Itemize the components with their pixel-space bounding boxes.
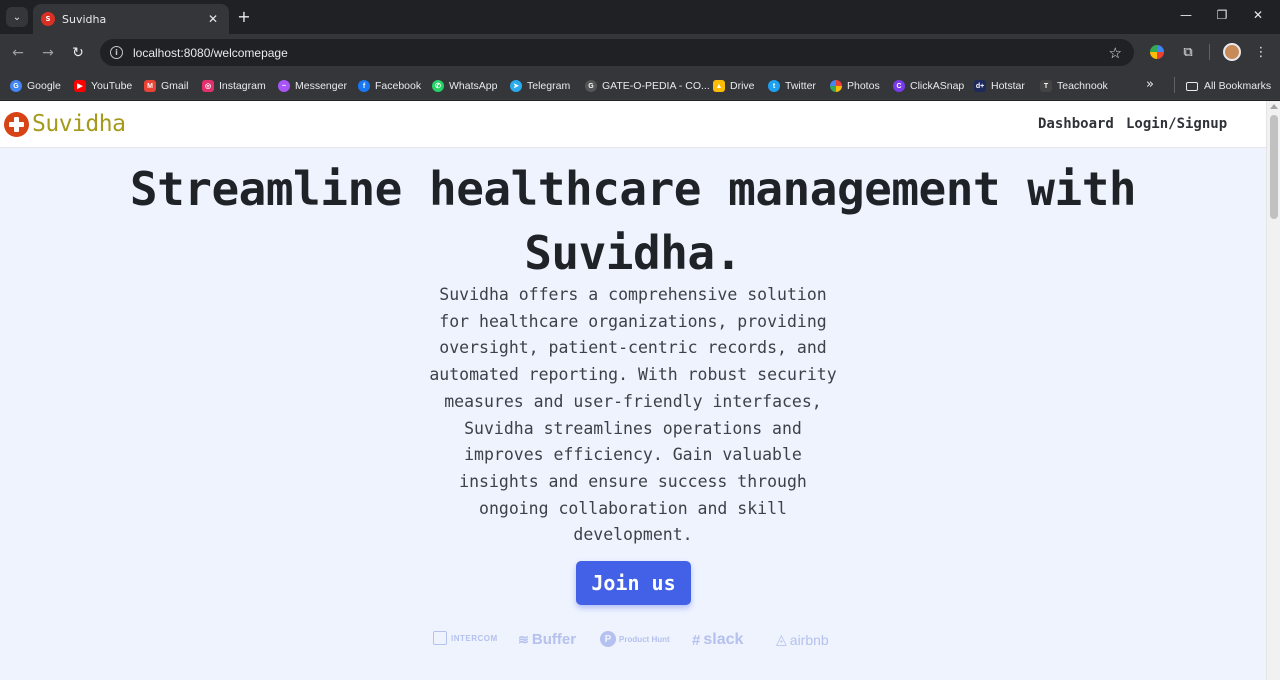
arrow-right-icon: →	[42, 45, 54, 61]
nav-login-signup-link[interactable]: Login/Signup	[1126, 116, 1227, 132]
scroll-up-arrow-icon[interactable]	[1270, 104, 1278, 109]
bookmark-facebook[interactable]: f Facebook	[358, 77, 421, 95]
google-icon: G	[10, 80, 22, 92]
teachnook-icon: T	[1040, 80, 1052, 92]
telegram-icon: ➤	[510, 80, 522, 92]
slack-logo: # slack	[692, 631, 744, 649]
browser-tab[interactable]: S Suvidha ✕	[33, 4, 229, 34]
gmail-icon: M	[144, 80, 156, 92]
medical-cross-icon	[4, 111, 29, 137]
intercom-logo: INTERCOM	[433, 631, 498, 645]
bookmark-instagram[interactable]: ◎ Instagram	[202, 77, 266, 95]
bookmark-messenger[interactable]: ~ Messenger	[278, 77, 347, 95]
close-window-button[interactable]: ✕	[1248, 8, 1268, 22]
tab-strip: ⌄ S Suvidha ✕ + — ❐ ✕	[0, 0, 1280, 34]
bookmarks-divider	[1174, 77, 1175, 93]
clickasnap-icon: C	[893, 80, 905, 92]
hero-description: Suvidha offers a comprehensive solution …	[429, 285, 837, 545]
page-viewport: Suvidha Dashboard Login/Signup Streamlin…	[0, 101, 1280, 680]
bookmark-gmail[interactable]: M Gmail	[144, 77, 188, 95]
new-tab-button[interactable]: +	[235, 8, 253, 26]
folder-icon	[1186, 81, 1198, 91]
site-info-icon[interactable]: i	[110, 46, 123, 59]
brand[interactable]: Suvidha	[4, 111, 126, 137]
bookmark-hotstar[interactable]: d+ Hotstar	[974, 77, 1025, 95]
twitter-icon: t	[768, 80, 780, 92]
bookmark-drive[interactable]: ▲ Drive	[713, 77, 755, 95]
buffer-icon: ≋	[518, 631, 529, 647]
brand-name: Suvidha	[32, 111, 126, 137]
drive-icon: ▲	[713, 80, 725, 92]
minimize-button[interactable]: —	[1176, 8, 1196, 22]
whatsapp-icon: ✆	[432, 80, 444, 92]
maximize-button[interactable]: ❐	[1212, 8, 1232, 22]
bookmark-star-icon[interactable]: ☆	[1109, 44, 1122, 62]
instagram-icon: ◎	[202, 80, 214, 92]
buffer-logo: ≋ Buffer	[518, 631, 577, 648]
forward-button[interactable]: →	[38, 43, 58, 63]
bookmark-clickasnap[interactable]: C ClickASnap	[893, 77, 964, 95]
hero-title: Streamline healthcare management with Su…	[100, 157, 1166, 285]
bookmark-teachnook[interactable]: T Teachnook	[1040, 77, 1108, 95]
product-hunt-icon: P	[600, 631, 616, 647]
reload-button[interactable]: ↻	[68, 43, 88, 63]
slack-icon: #	[692, 631, 701, 649]
toolbar-divider	[1209, 44, 1210, 60]
bookmark-youtube[interactable]: ▶ YouTube	[74, 77, 132, 95]
messenger-icon: ~	[278, 80, 290, 92]
extensions-puzzle-icon[interactable]: ⧉	[1179, 43, 1197, 61]
url-text[interactable]: localhost:8080/welcomepage	[133, 46, 1109, 60]
tab-search-button[interactable]: ⌄	[6, 7, 28, 27]
arrow-left-icon: ←	[12, 45, 24, 61]
photos-icon	[830, 80, 842, 92]
bookmark-telegram[interactable]: ➤ Telegram	[510, 77, 570, 95]
page-scrollbar[interactable]	[1266, 101, 1280, 680]
bookmark-google[interactable]: G Google	[10, 77, 61, 95]
gateopedia-icon: G	[585, 80, 597, 92]
nav-dashboard-link[interactable]: Dashboard	[1038, 116, 1114, 132]
hotstar-icon: d+	[974, 80, 986, 92]
product-hunt-logo: P Product Hunt	[600, 631, 670, 647]
tab-close-icon[interactable]: ✕	[205, 12, 221, 26]
bookmark-photos[interactable]: Photos	[830, 77, 880, 95]
hero-title-line-1: Streamline healthcare management with	[129, 162, 1137, 216]
youtube-icon: ▶	[74, 80, 86, 92]
suvidha-favicon-icon: S	[41, 12, 55, 26]
bookmark-twitter[interactable]: t Twitter	[768, 77, 816, 95]
site-navbar: Suvidha Dashboard Login/Signup	[0, 101, 1266, 148]
hero-title-line-2: Suvidha.	[524, 226, 742, 280]
intercom-icon	[433, 631, 447, 645]
bookmark-gateopedia[interactable]: G GATE-O-PEDIA - CO...	[585, 77, 710, 95]
profile-avatar[interactable]	[1223, 43, 1241, 61]
chevron-down-icon: ⌄	[12, 11, 22, 23]
bookmarks-bar: G Google ▶ YouTube M Gmail ◎ Instagram ~ Mess…	[0, 71, 1280, 100]
extension-google-icon[interactable]	[1148, 43, 1166, 61]
facebook-icon: f	[358, 80, 370, 92]
airbnb-logo: ◬ airbnb	[776, 631, 829, 648]
all-bookmarks-button[interactable]: All Bookmarks	[1186, 77, 1271, 95]
back-button[interactable]: ←	[8, 43, 28, 63]
scroll-thumb[interactable]	[1270, 115, 1278, 219]
join-us-button[interactable]: Join us	[576, 561, 691, 605]
airbnb-icon: ◬	[776, 631, 787, 647]
bookmark-whatsapp[interactable]: ✆ WhatsApp	[432, 77, 497, 95]
reload-icon: ↻	[72, 45, 84, 61]
browser-toolbar: ← → ↻ i localhost:8080/welcomepage ☆ ⧉ ⋮	[0, 34, 1280, 71]
address-bar[interactable]: i localhost:8080/welcomepage ☆	[100, 39, 1134, 66]
bookmarks-overflow-button[interactable]: »	[1146, 77, 1154, 92]
tab-title: Suvidha	[62, 12, 107, 26]
partner-logos: INTERCOM ≋ Buffer P Product Hunt # slack…	[0, 629, 1266, 653]
menu-dots-icon[interactable]: ⋮	[1252, 43, 1270, 61]
